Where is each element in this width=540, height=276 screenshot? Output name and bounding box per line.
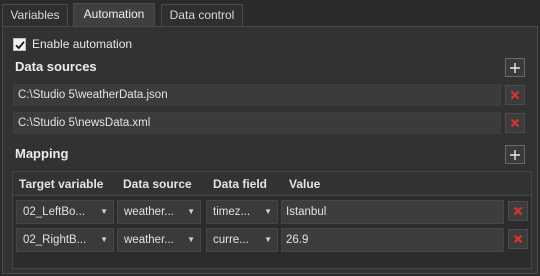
chevron-down-icon: ▼ (100, 207, 108, 216)
column-header-value[interactable]: Value (289, 172, 320, 196)
target-variable-value: 02_LeftBo... (23, 206, 86, 218)
close-icon (510, 90, 520, 100)
column-header-target-variable[interactable]: Target variable (19, 172, 103, 196)
chevron-down-icon: ▼ (187, 207, 195, 216)
mapping-table: Target variable Data source Data field V… (12, 171, 532, 269)
data-field-dropdown[interactable]: curre... ▼ (206, 228, 278, 252)
tab-automation[interactable]: Automation (73, 3, 155, 27)
data-source-value: weather... (124, 234, 174, 246)
value-field[interactable]: Istanbul (281, 200, 504, 224)
chevron-down-icon: ▼ (264, 235, 272, 244)
enable-automation-checkbox[interactable] (13, 37, 26, 51)
chevron-down-icon: ▼ (100, 235, 108, 244)
remove-mapping-button[interactable] (508, 201, 528, 221)
chevron-down-icon: ▼ (187, 235, 195, 244)
mapping-heading: Mapping (15, 146, 69, 161)
tab-bar: Variables Automation Data control (0, 0, 540, 27)
data-sources-heading: Data sources (15, 59, 97, 74)
table-row: 02_RightB... ▼ weather... ▼ curre... ▼ 2… (13, 226, 531, 254)
tab-variables[interactable]: Variables (2, 4, 68, 26)
data-field-dropdown[interactable]: timez... ▼ (206, 200, 278, 224)
value-field[interactable]: 26.9 (281, 228, 504, 252)
data-source-item[interactable]: C:\Studio 5\weatherData.json (13, 84, 501, 106)
remove-data-source-button[interactable] (505, 113, 525, 133)
automation-panel: Enable automation Data sources C:\Studio… (2, 26, 538, 274)
add-data-source-button[interactable] (505, 58, 525, 77)
plus-icon (510, 149, 520, 160)
data-source-value: weather... (124, 206, 174, 218)
chevron-down-icon: ▼ (264, 207, 272, 216)
column-header-data-source[interactable]: Data source (123, 172, 192, 196)
tab-data-control[interactable]: Data control (161, 4, 243, 26)
close-icon (513, 206, 523, 216)
target-variable-dropdown[interactable]: 02_LeftBo... ▼ (16, 200, 114, 224)
mapping-table-header: Target variable Data source Data field V… (13, 172, 531, 196)
close-icon (510, 118, 520, 128)
checkmark-icon (15, 40, 25, 49)
plus-icon (510, 62, 520, 73)
data-source-item[interactable]: C:\Studio 5\newsData.xml (13, 112, 501, 134)
column-header-data-field[interactable]: Data field (213, 172, 267, 196)
close-icon (513, 234, 523, 244)
target-variable-value: 02_RightB... (23, 234, 87, 246)
remove-mapping-button[interactable] (508, 229, 528, 249)
data-field-value: timez... (213, 206, 251, 218)
add-mapping-button[interactable] (505, 145, 525, 164)
data-source-dropdown[interactable]: weather... ▼ (117, 200, 201, 224)
data-field-value: curre... (213, 234, 249, 246)
enable-automation-label: Enable automation (32, 37, 133, 51)
table-row: 02_LeftBo... ▼ weather... ▼ timez... ▼ I… (13, 198, 531, 226)
data-source-dropdown[interactable]: weather... ▼ (117, 228, 201, 252)
enable-automation-row[interactable]: Enable automation (13, 37, 132, 51)
target-variable-dropdown[interactable]: 02_RightB... ▼ (16, 228, 114, 252)
remove-data-source-button[interactable] (505, 85, 525, 105)
